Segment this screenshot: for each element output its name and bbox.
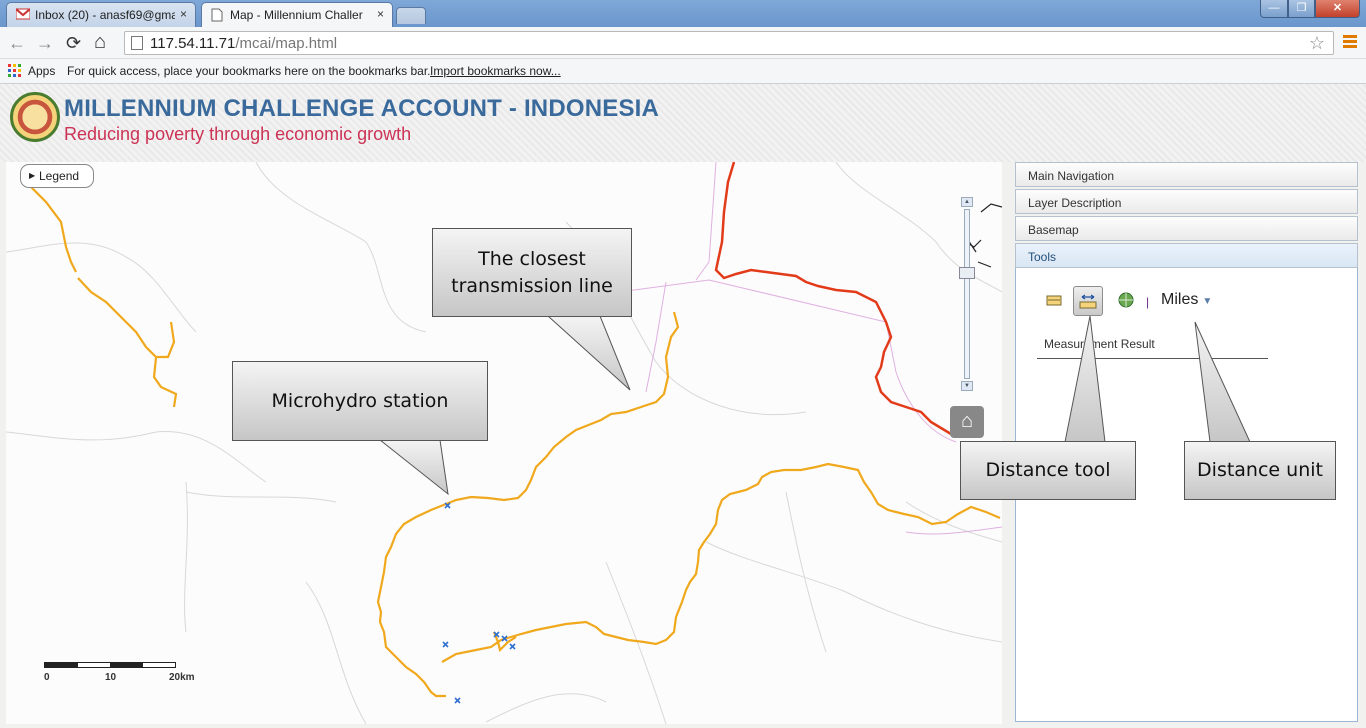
page-icon (131, 36, 143, 50)
distance-measure-icon (1079, 294, 1097, 309)
callout-microhydro-station: Microhydro station (232, 361, 488, 441)
new-tab-button[interactable] (396, 7, 426, 24)
accordion-tools[interactable]: Tools (1015, 243, 1358, 268)
reload-icon[interactable]: ⟳ (66, 33, 81, 54)
zoom-slider[interactable]: ▲ ▼ (959, 197, 975, 393)
site-header: MILLENNIUM CHALLENGE ACCOUNT - INDONESIA… (0, 84, 1366, 162)
scale-label-20: 20km (169, 672, 195, 683)
home-icon[interactable]: ⌂ (94, 31, 106, 54)
area-measure-icon[interactable] (1045, 291, 1063, 309)
back-icon[interactable]: ← (8, 33, 26, 54)
distance-tool-button[interactable] (1073, 286, 1103, 316)
forward-icon[interactable]: → (36, 33, 54, 54)
tab-inbox-title: Inbox (20) - anasf69@gma (35, 8, 175, 22)
tab-close-icon[interactable]: × (180, 7, 187, 21)
coast-line (965, 203, 1002, 268)
apps-icon[interactable] (8, 64, 21, 77)
chrome-menu-icon[interactable] (1343, 35, 1357, 50)
site-subtitle: Reducing poverty through economic growth (64, 124, 412, 144)
bookmark-star-icon[interactable]: ☆ (1309, 33, 1325, 54)
accordion-main-navigation[interactable]: Main Navigation (1015, 162, 1358, 187)
measurement-result-label: Measurement Result (1044, 337, 1155, 351)
mca-indonesia-logo (10, 92, 60, 142)
callout-distance-unit: Distance unit (1184, 441, 1336, 500)
browser-toolbar: ← → ⟳ ⌂ 117.54.11.71/mcai/map.html ☆ (0, 27, 1366, 59)
page-icon (211, 8, 225, 22)
accordion-layer-description[interactable]: Layer Description (1015, 189, 1358, 214)
tab-inbox[interactable]: Inbox (20) - anasf69@gma × (6, 2, 196, 27)
legend-toggle[interactable]: ▶ Legend (20, 164, 94, 188)
transmission-line (714, 162, 952, 436)
scale-label-10: 10 (105, 672, 117, 683)
minimize-button[interactable]: — (1260, 0, 1288, 18)
expand-triangle-icon: ▶ (29, 171, 36, 180)
zoom-out-button[interactable]: ▼ (961, 381, 973, 391)
chevron-down-icon: ▼ (1202, 296, 1213, 307)
url-text: 117.54.11.71/mcai/map.html (150, 35, 338, 52)
callout-distance-tool: Distance tool (960, 441, 1136, 500)
address-bar[interactable]: 117.54.11.71/mcai/map.html ☆ (124, 31, 1334, 55)
zoom-rail[interactable] (964, 209, 970, 379)
accordion-basemap[interactable]: Basemap (1015, 216, 1358, 241)
scale-bar: 0 10 20km (44, 662, 214, 692)
result-divider (1037, 358, 1268, 359)
bookmarks-bar: Apps For quick access, place your bookma… (0, 59, 1366, 84)
close-window-button[interactable]: ✕ (1315, 0, 1360, 18)
distance-unit-dropdown[interactable]: Miles ▼ (1161, 291, 1212, 309)
location-globe-icon[interactable] (1117, 291, 1135, 309)
scale-label-0: 0 (44, 672, 50, 683)
callout-transmission-line: The closest transmission line (432, 228, 632, 317)
admin-lines (505, 162, 1002, 535)
browser-tab-strip: Inbox (20) - anasf69@gma × Map - Millenn… (0, 0, 1366, 28)
apps-link[interactable]: Apps (28, 64, 55, 78)
tab-map-title: Map - Millennium Challer (230, 8, 363, 22)
gmail-icon (15, 8, 31, 22)
zoom-in-button[interactable]: ▲ (961, 197, 973, 207)
home-extent-button[interactable]: ⌂ (950, 406, 984, 438)
unit-separator: | (1146, 295, 1150, 309)
microhydro-stations (442, 502, 516, 704)
import-bookmarks-link[interactable]: Import bookmarks now... (430, 64, 561, 78)
bookmarks-message: For quick access, place your bookmarks h… (67, 64, 431, 78)
maximize-button[interactable]: ❐ (1288, 0, 1315, 18)
page-content: MILLENNIUM CHALLENGE ACCOUNT - INDONESIA… (0, 84, 1366, 728)
unit-value: Miles (1161, 291, 1199, 308)
legend-label: Legend (39, 169, 80, 183)
tab-close-icon[interactable]: × (377, 7, 384, 21)
zoom-thumb[interactable] (959, 267, 975, 279)
site-title: MILLENNIUM CHALLENGE ACCOUNT - INDONESIA (64, 95, 660, 122)
tab-map[interactable]: Map - Millennium Challer × (201, 2, 393, 28)
